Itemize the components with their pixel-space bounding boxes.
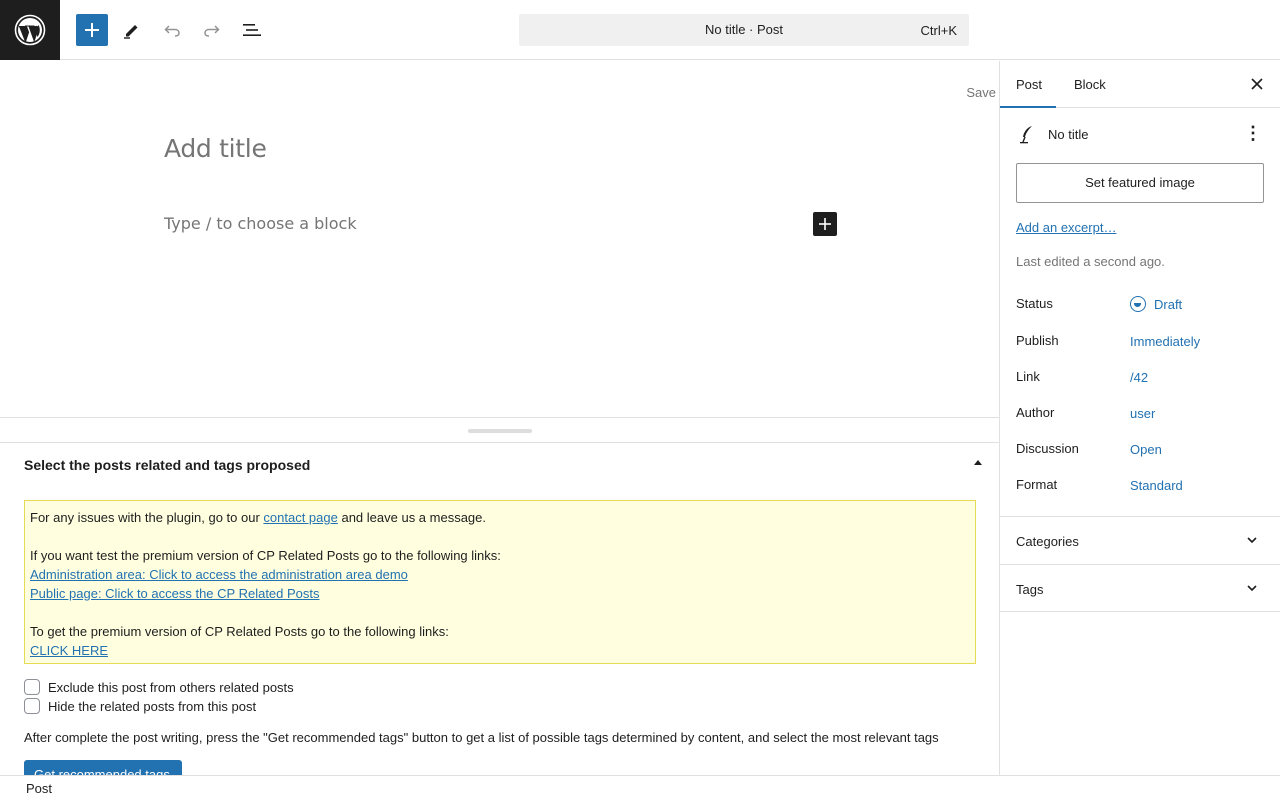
draft-status-icon — [1130, 296, 1146, 312]
undo-button[interactable] — [156, 14, 188, 46]
wordpress-logo-button[interactable] — [0, 0, 60, 60]
last-edited-text: Last edited a second ago. — [1016, 254, 1165, 269]
exclude-post-checkbox[interactable] — [24, 679, 40, 695]
summary-row-format: Format Standard — [1016, 477, 1266, 497]
document-title: No title · Post — [704, 22, 784, 37]
resize-handle[interactable] — [468, 429, 532, 433]
author-label: Author — [1016, 405, 1055, 420]
summary-row-discussion: Discussion Open — [1016, 441, 1266, 461]
plus-icon — [85, 23, 99, 37]
add-excerpt-link[interactable]: Add an excerpt… — [1016, 220, 1116, 235]
exclude-post-label: Exclude this post from others related po… — [48, 679, 294, 695]
notice-line-contact: For any issues with the plugin, go to ou… — [30, 510, 487, 525]
related-posts-metabox: Select the posts related and tags propos… — [0, 443, 999, 775]
exclude-post-option[interactable]: Exclude this post from others related po… — [24, 679, 294, 695]
summary-row-author: Author user — [1016, 405, 1266, 425]
tags-panel[interactable]: Tags — [1000, 564, 1280, 612]
plus-icon — [819, 218, 831, 230]
status-value-button[interactable]: Draft — [1154, 297, 1182, 312]
chevron-down-icon — [1247, 585, 1257, 592]
publish-label: Publish — [1016, 333, 1059, 348]
pencil-icon — [124, 25, 138, 39]
add-block-button[interactable] — [813, 212, 837, 236]
list-view-icon — [243, 24, 261, 36]
command-palette-bar[interactable]: No title · Post Ctrl+K — [519, 14, 969, 46]
editor-footer: Post — [0, 775, 1280, 800]
close-sidebar-button[interactable] — [1248, 75, 1266, 93]
post-title-input[interactable]: Add title — [164, 134, 267, 163]
chevron-down-icon — [1247, 537, 1257, 544]
notice-line-get-premium: To get the premium version of CP Related… — [30, 624, 449, 639]
contact-page-link[interactable]: contact page — [263, 510, 337, 525]
format-value-button[interactable]: Standard — [1130, 478, 1183, 493]
keyboard-shortcut-hint: Ctrl+K — [920, 23, 957, 38]
hide-related-label: Hide the related posts from this post — [48, 698, 257, 714]
feather-icon — [1020, 126, 1032, 144]
meta-boxes-resize-bar[interactable] — [0, 417, 999, 443]
tab-block[interactable]: Block — [1074, 77, 1106, 92]
discussion-value-button[interactable]: Open — [1130, 442, 1162, 457]
block-inserter-button[interactable] — [76, 14, 108, 46]
click-here-link[interactable]: CLICK HERE — [30, 643, 108, 658]
tools-button[interactable] — [116, 14, 148, 46]
wordpress-icon — [14, 14, 46, 46]
status-label: Status — [1016, 296, 1053, 311]
collapse-arrow-icon[interactable] — [974, 460, 982, 465]
set-featured-image-button[interactable]: Set featured image — [1016, 163, 1264, 203]
close-icon — [1251, 78, 1263, 90]
empty-block-placeholder[interactable]: Type / to choose a block — [164, 214, 357, 233]
hide-related-option[interactable]: Hide the related posts from this post — [24, 698, 256, 714]
admin-demo-link[interactable]: Administration area: Click to access the… — [30, 567, 408, 582]
public-page-link[interactable]: Public page: Click to access the CP Rela… — [30, 586, 320, 601]
summary-row-publish: Publish Immediately — [1016, 333, 1266, 353]
format-label: Format — [1016, 477, 1058, 492]
hide-related-checkbox[interactable] — [24, 698, 40, 714]
post-card-title: No title — [1048, 127, 1089, 142]
tab-post[interactable]: Post — [999, 77, 1057, 108]
categories-panel[interactable]: Categories — [1000, 516, 1280, 564]
link-label: Link — [1016, 369, 1040, 384]
block-breadcrumb[interactable]: Post — [26, 781, 52, 796]
editor-header: No title · Post Ctrl+K — [0, 0, 1280, 60]
publish-value-button[interactable]: Immediately — [1130, 334, 1200, 349]
get-recommended-tags-button[interactable]: Get recommended tags — [24, 760, 182, 775]
notice-line-premium: If you want test the premium version of … — [30, 548, 501, 563]
redo-button[interactable] — [196, 14, 228, 46]
save-draft-button[interactable]: Save — [966, 85, 996, 100]
undo-icon — [164, 25, 180, 37]
editor-canvas: Save Add title Type / to choose a block — [0, 61, 999, 417]
link-value-button[interactable]: /42 — [1130, 370, 1148, 385]
settings-sidebar: Post Block No title ⋮ Set featured image… — [999, 61, 1280, 775]
recommended-tags-instructions: After complete the post writing, press t… — [24, 730, 939, 745]
sidebar-tabs: Post Block — [999, 61, 1280, 108]
redo-icon — [204, 25, 220, 37]
document-overview-button[interactable] — [236, 14, 268, 46]
tags-panel-label: Tags — [1016, 582, 1044, 597]
discussion-label: Discussion — [1016, 441, 1079, 456]
metabox-title: Select the posts related and tags propos… — [24, 457, 311, 473]
summary-row-status: Status Draft — [1016, 296, 1266, 316]
more-options-icon[interactable]: ⋮ — [1244, 123, 1262, 145]
author-value-button[interactable]: user — [1130, 406, 1155, 421]
categories-panel-label: Categories — [1016, 534, 1079, 549]
plugin-notice: For any issues with the plugin, go to ou… — [24, 500, 976, 664]
summary-row-link: Link /42 — [1016, 369, 1266, 389]
